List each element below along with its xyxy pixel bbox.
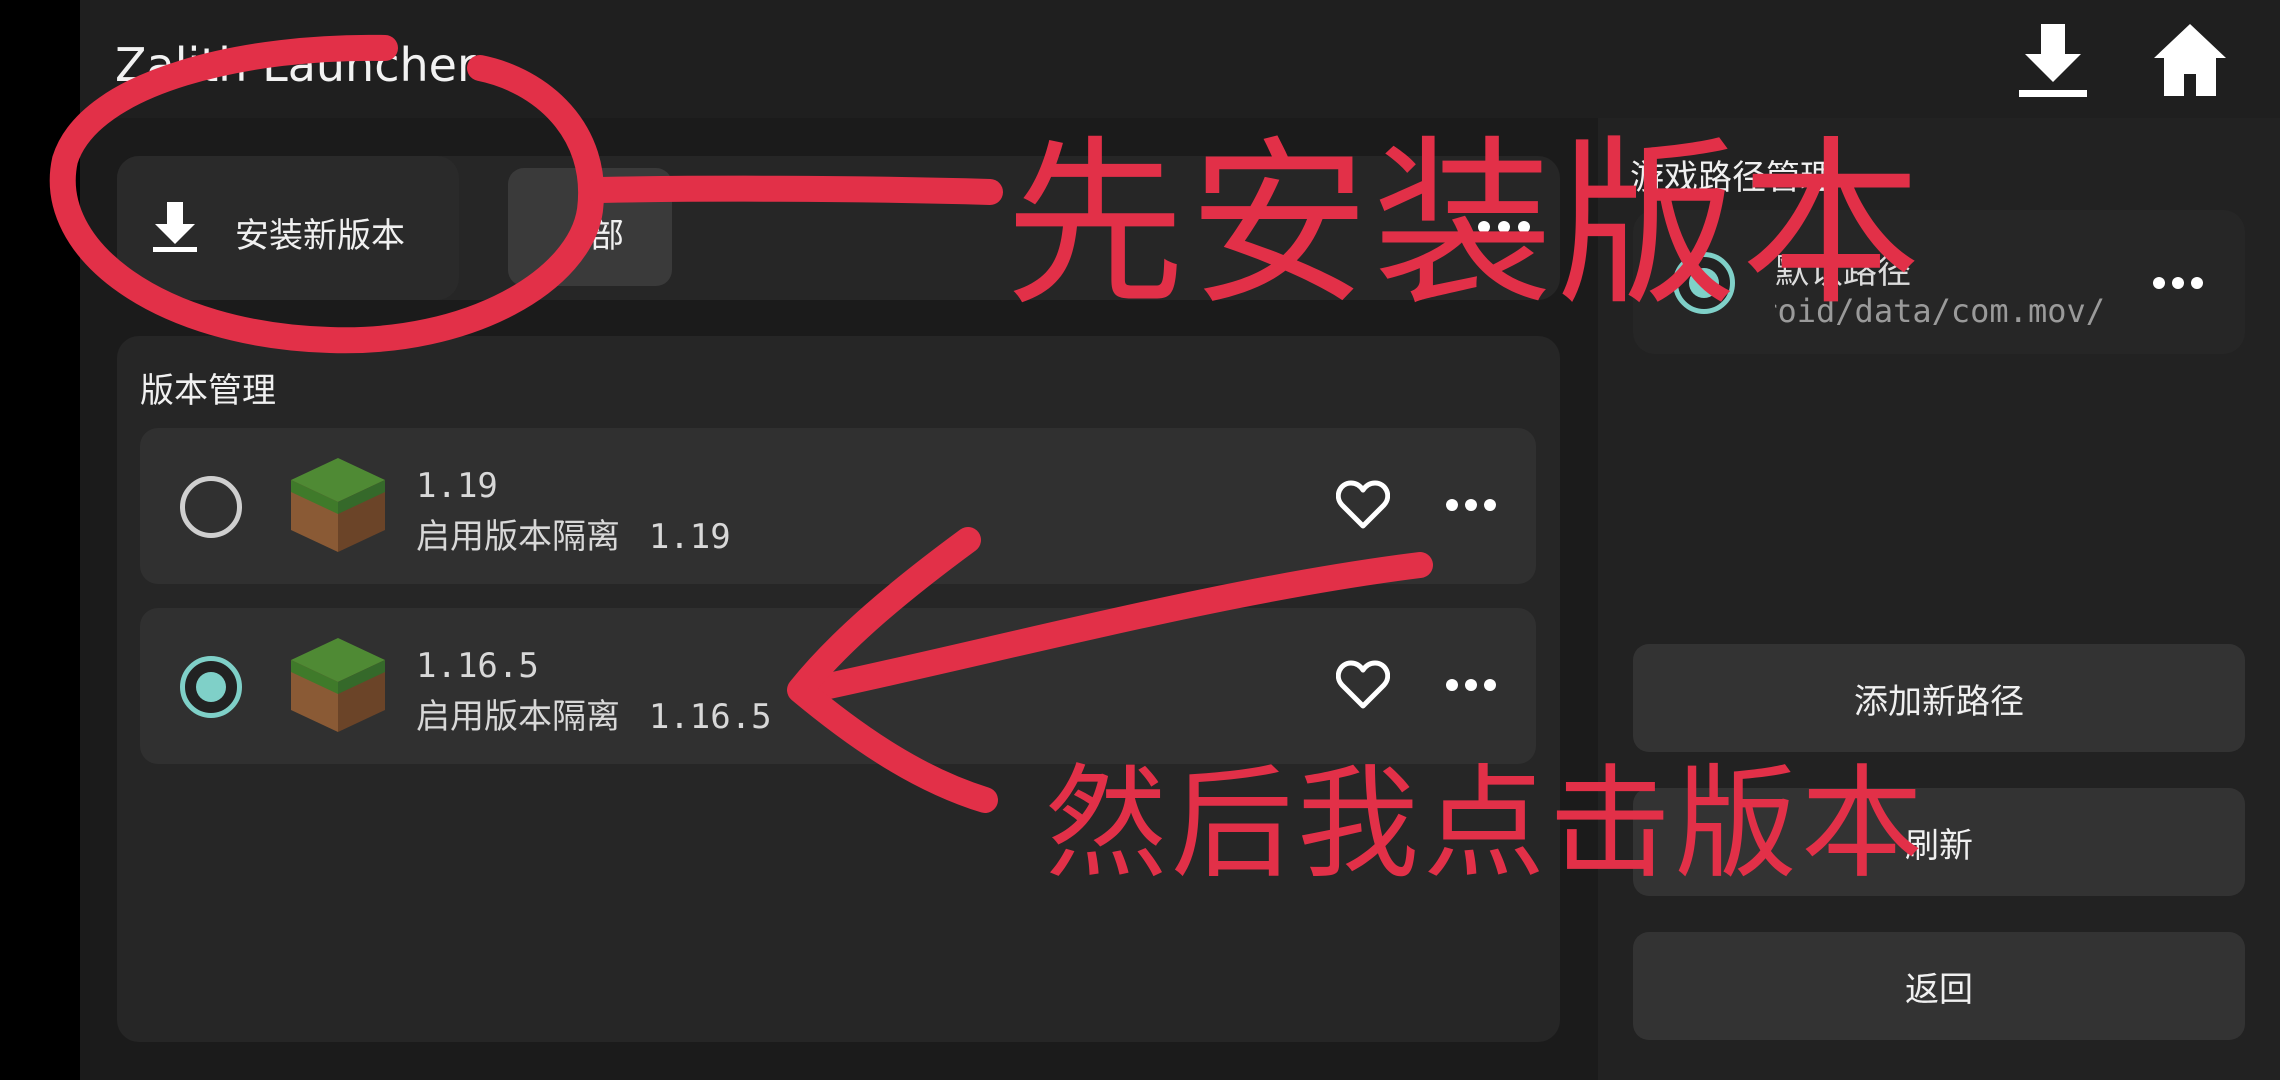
annotation-then-click-version: 然后我点击版本 (1045, 753, 1927, 895)
annotation-install-first: 先安装版本 (1005, 121, 1926, 330)
